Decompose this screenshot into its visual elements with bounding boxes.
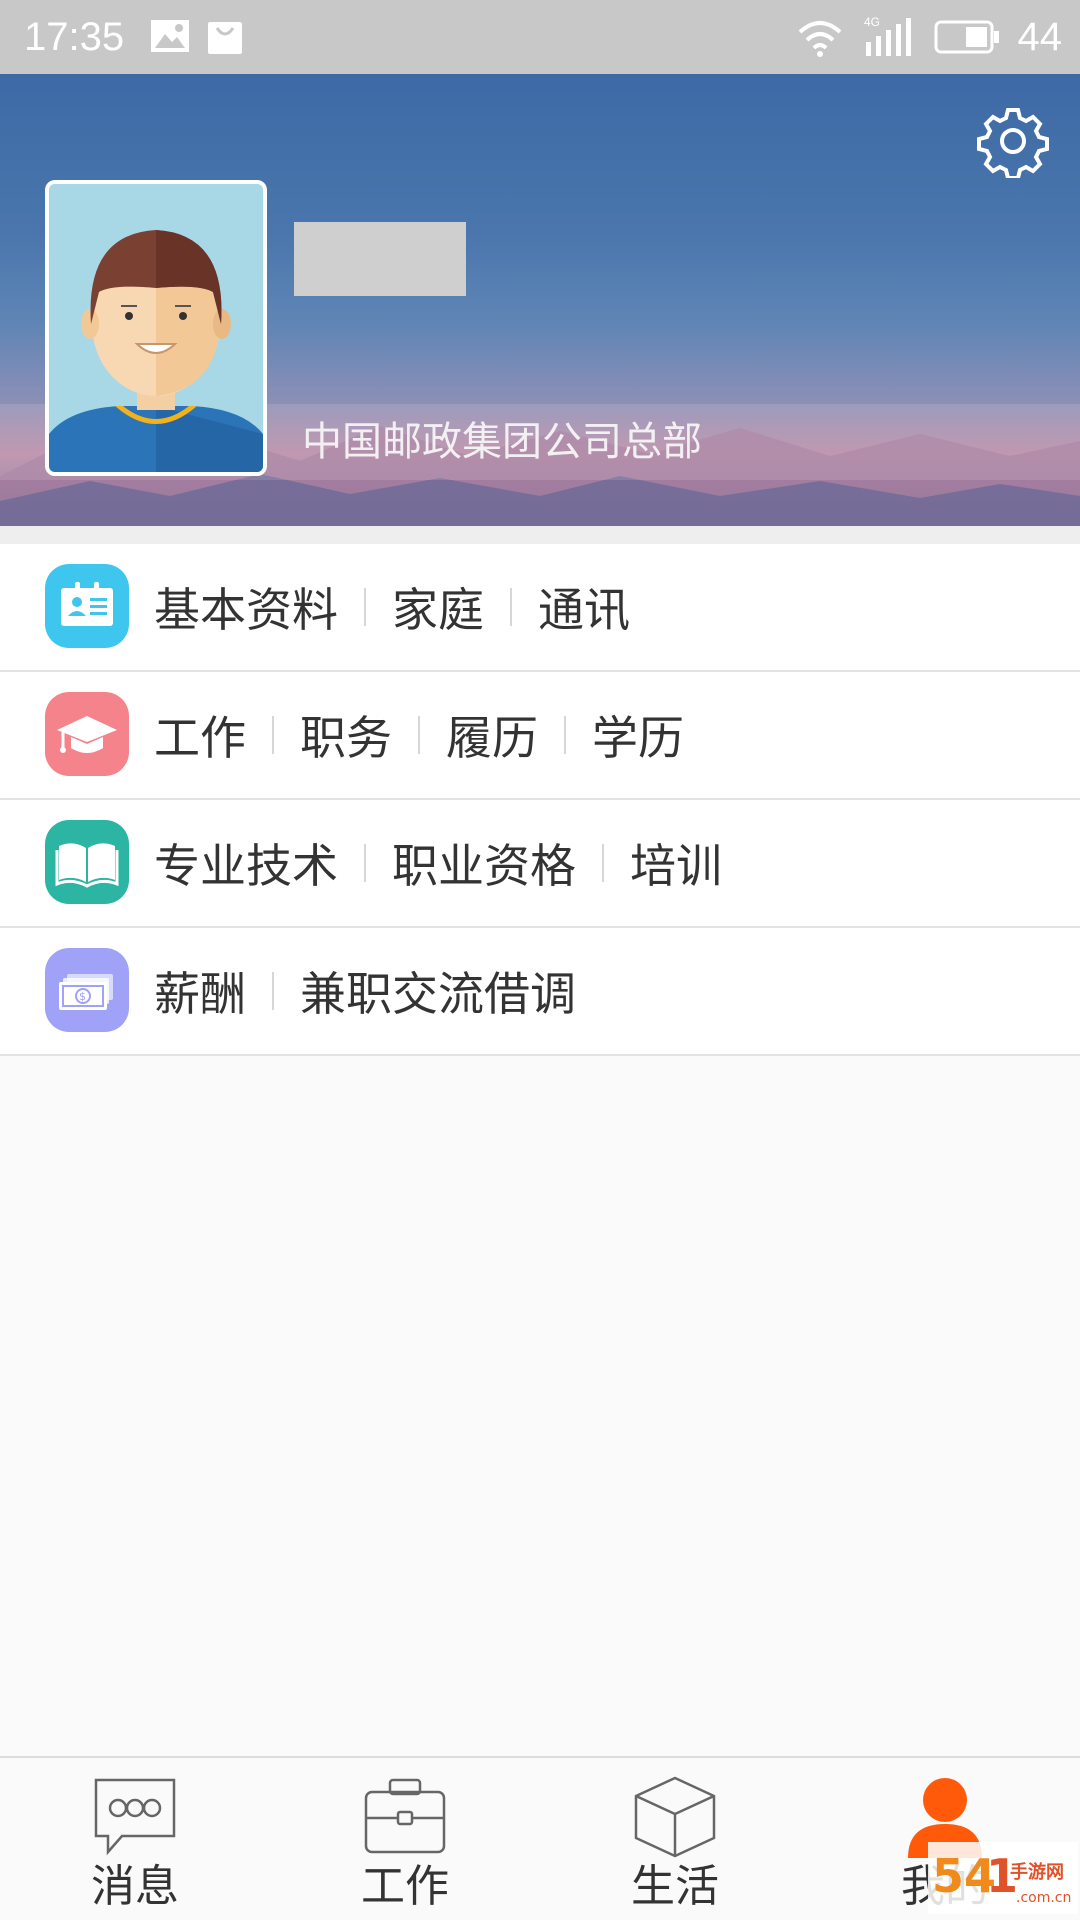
- menu-row-basic[interactable]: 基本资料 家庭 通讯: [0, 544, 1080, 672]
- link-resume[interactable]: 履历: [446, 702, 538, 768]
- separator: [272, 716, 274, 754]
- menu-row-work[interactable]: 工作 职务 履历 学历: [0, 672, 1080, 800]
- separator: [564, 716, 566, 754]
- briefcase-icon: [364, 1778, 446, 1854]
- svg-text:$: $: [79, 990, 86, 1003]
- svg-text:手游网: 手游网: [1010, 1861, 1064, 1883]
- nav-item-work[interactable]: 工作: [270, 1758, 540, 1920]
- profile-header: 中国邮政集团公司总部: [0, 74, 1080, 526]
- cube-icon: [634, 1776, 716, 1858]
- nav-label: 工作: [361, 1861, 449, 1912]
- status-time: 17:35: [24, 15, 125, 59]
- svg-text:.com.cn: .com.cn: [1016, 1890, 1071, 1906]
- money-icon: $: [45, 948, 129, 1032]
- svg-text:4G: 4G: [864, 15, 880, 29]
- battery-level: 44: [1017, 15, 1063, 59]
- organization-name: 中国邮政集团公司总部: [302, 419, 702, 465]
- link-basic-info[interactable]: 基本资料: [154, 574, 338, 640]
- divider: [0, 526, 1080, 544]
- link-part-time-secondment[interactable]: 兼职交流借调: [300, 958, 576, 1024]
- gear-icon[interactable]: [976, 104, 1050, 178]
- graduation-cap-icon: [45, 692, 129, 776]
- nav-label: 生活: [631, 1861, 719, 1912]
- image-icon: [151, 20, 189, 52]
- link-education[interactable]: 学历: [592, 702, 684, 768]
- chat-bubble-icon: [94, 1778, 176, 1856]
- bag-icon: [208, 22, 242, 54]
- separator: [364, 588, 366, 626]
- bottom-nav: 消息 工作 生活 我的: [0, 1756, 1080, 1920]
- link-contact[interactable]: 通讯: [538, 574, 630, 640]
- link-family[interactable]: 家庭: [392, 574, 484, 640]
- avatar[interactable]: [45, 180, 267, 476]
- link-qualification[interactable]: 职业资格: [392, 830, 576, 896]
- link-salary[interactable]: 薪酬: [154, 958, 246, 1024]
- signal-icon: 4G: [864, 15, 911, 56]
- separator: [602, 844, 604, 882]
- nav-item-life[interactable]: 生活: [540, 1758, 810, 1920]
- separator: [272, 972, 274, 1010]
- profile-menu: 基本资料 家庭 通讯 工作 职务 履历 学历 专业技术 职业资格 培训 $ 薪酬…: [0, 544, 1080, 1056]
- book-icon: [45, 820, 129, 904]
- nav-label: 消息: [91, 1861, 179, 1912]
- link-position[interactable]: 职务: [300, 702, 392, 768]
- user-name-redacted: [294, 222, 466, 296]
- separator: [510, 588, 512, 626]
- nav-item-messages[interactable]: 消息: [0, 1758, 270, 1920]
- separator: [418, 716, 420, 754]
- battery-icon: [934, 20, 999, 54]
- id-card-icon: [45, 564, 129, 648]
- menu-row-skills[interactable]: 专业技术 职业资格 培训: [0, 800, 1080, 928]
- status-bar: 17:35 4G 44: [0, 0, 1080, 74]
- link-work[interactable]: 工作: [154, 702, 246, 768]
- wifi-icon: [798, 21, 842, 57]
- menu-row-salary[interactable]: $ 薪酬 兼职交流借调: [0, 928, 1080, 1056]
- separator: [364, 844, 366, 882]
- watermark-logo: 54 1 手游网 .com.cn: [928, 1842, 1078, 1914]
- link-training[interactable]: 培训: [630, 830, 722, 896]
- link-professional-tech[interactable]: 专业技术: [154, 830, 338, 896]
